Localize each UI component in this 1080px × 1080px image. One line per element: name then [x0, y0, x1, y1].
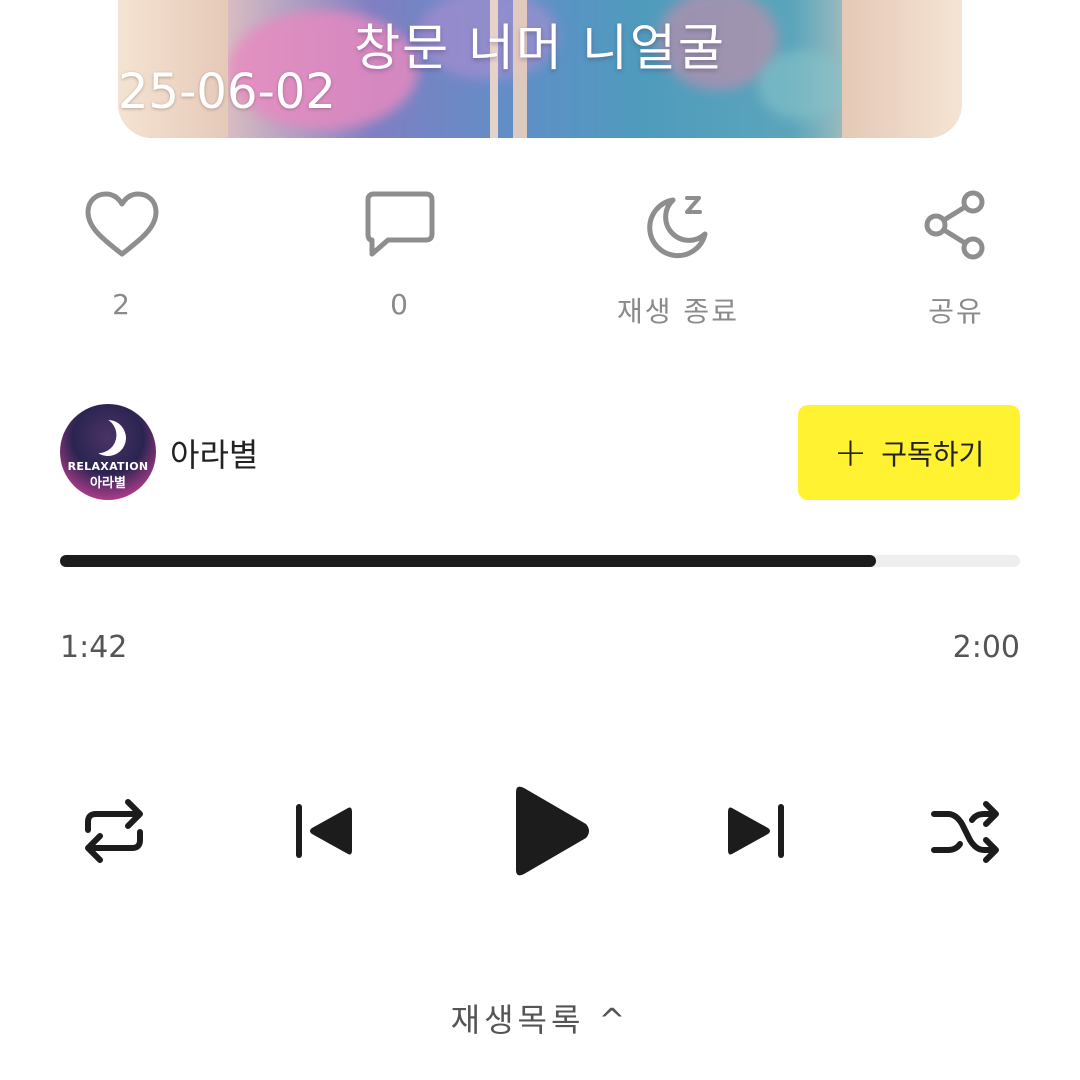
next-icon [728, 804, 784, 858]
next-button[interactable] [726, 800, 786, 862]
player-screen: 창문 너머 니얼굴 25-06-02 2 0 재생 종료 공유 RELAXATI… [0, 0, 1080, 1080]
cover-date: 25-06-02 [118, 64, 336, 120]
heart-icon [85, 191, 159, 257]
avatar[interactable]: RELAXATION 아라별 [60, 404, 156, 500]
moon-logo-icon [85, 415, 131, 461]
comment-button[interactable]: 0 [320, 190, 480, 321]
sleep-timer-label: 재생 종료 [617, 295, 739, 328]
play-icon [516, 786, 589, 876]
comment-count: 0 [390, 288, 410, 321]
shuffle-icon [931, 801, 999, 863]
plus-icon: + [833, 429, 868, 476]
like-count: 2 [112, 288, 132, 321]
progress-bar[interactable] [60, 555, 1020, 567]
repeat-button[interactable] [80, 796, 148, 866]
channel-row: RELAXATION 아라별 아라별 + 구독하기 [60, 404, 1020, 502]
current-time: 1:42 [60, 630, 128, 665]
subscribe-button[interactable]: + 구독하기 [798, 405, 1020, 500]
share-label: 공유 [928, 295, 984, 328]
previous-button[interactable] [294, 800, 354, 862]
speech-bubble-icon [365, 191, 435, 257]
share-button[interactable]: 공유 [876, 190, 1036, 330]
repeat-icon [85, 799, 143, 863]
play-button[interactable] [508, 782, 592, 880]
previous-icon [296, 804, 352, 858]
playlist-toggle[interactable]: 재생목록 ^ [0, 995, 1080, 1041]
subscribe-label: 구독하기 [881, 437, 985, 471]
like-button[interactable]: 2 [42, 190, 202, 321]
total-time: 2:00 [952, 630, 1020, 665]
action-bar: 2 0 재생 종료 공유 [0, 190, 1080, 340]
sleep-timer-button[interactable]: 재생 종료 [598, 190, 758, 330]
channel-name[interactable]: 아라별 [170, 430, 258, 476]
avatar-text-bottom: 아라별 [90, 476, 126, 491]
progress-fill [60, 555, 876, 567]
share-icon [924, 190, 985, 260]
shuffle-button[interactable] [930, 800, 1002, 864]
moon-sleep-icon [647, 196, 708, 259]
